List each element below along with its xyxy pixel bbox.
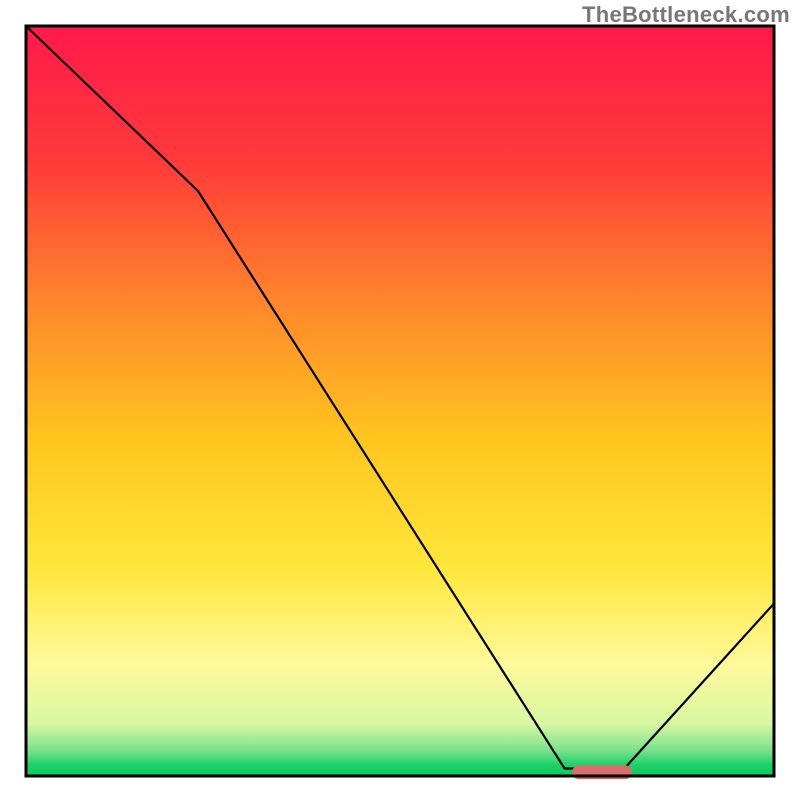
watermark-text: TheBottleneck.com — [582, 2, 790, 28]
bottleneck-chart — [0, 0, 800, 800]
chart-container: TheBottleneck.com — [0, 0, 800, 800]
plot-area — [26, 26, 774, 779]
gradient-background — [26, 26, 774, 776]
